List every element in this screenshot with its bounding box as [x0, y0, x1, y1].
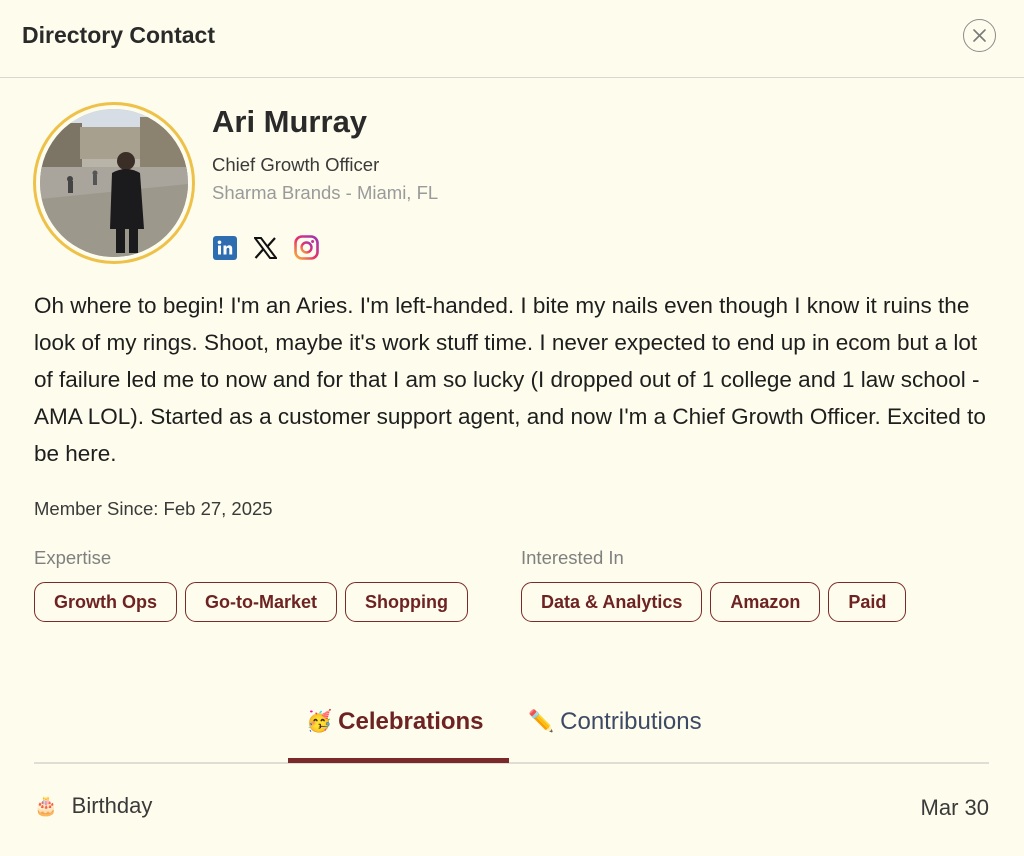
tab-label: Celebrations — [338, 708, 484, 735]
dialog-title: Directory Contact — [22, 22, 215, 48]
linkedin-icon — [212, 235, 237, 260]
celebration-label: Birthday — [71, 793, 153, 818]
interest-tag[interactable]: Data & Analytics — [521, 582, 703, 622]
birthday-cake-icon: 🎂 — [34, 796, 58, 817]
contact-name: Ari Murray — [212, 104, 368, 139]
bio-text: Oh where to begin! I'm an Aries. I'm lef… — [34, 293, 986, 466]
tab-label: Contributions — [560, 708, 702, 735]
instagram-link[interactable] — [294, 235, 319, 260]
celebration-row: 🎂 Birthday — [34, 793, 152, 819]
member-since: Member Since: Feb 27, 2025 — [34, 498, 273, 519]
expertise-label: Expertise — [34, 547, 112, 568]
close-button[interactable] — [963, 19, 996, 52]
close-icon — [973, 29, 986, 42]
interests-label: Interested In — [521, 547, 624, 568]
instagram-icon — [294, 235, 319, 260]
active-tab-indicator — [288, 758, 509, 763]
company-location: Sharma Brands - Miami, FL — [212, 182, 439, 203]
dialog-header: Directory Contact — [0, 0, 1024, 78]
interest-tag[interactable]: Paid — [828, 582, 907, 622]
tab-contributions[interactable]: ✏️ Contributions — [528, 708, 702, 736]
tab-celebrations[interactable]: 🥳 Celebrations — [306, 708, 484, 736]
avatar-ring — [33, 102, 195, 264]
celebration-date: Mar 30 — [920, 795, 989, 820]
avatar — [40, 109, 188, 257]
pencil-icon: ✏️ — [528, 710, 555, 733]
x-link[interactable] — [253, 235, 278, 260]
party-face-icon: 🥳 — [306, 710, 333, 733]
tab-divider — [34, 762, 989, 764]
linkedin-link[interactable] — [212, 235, 237, 260]
job-title: Chief Growth Officer — [212, 154, 380, 175]
expertise-tag[interactable]: Go-to-Market — [185, 582, 337, 622]
interest-tags: Data & Analytics Amazon Paid — [521, 582, 991, 622]
expertise-tags: Growth Ops Go-to-Market Shopping — [34, 582, 504, 622]
interest-tag[interactable]: Amazon — [710, 582, 821, 622]
x-icon — [254, 236, 277, 259]
social-links — [212, 235, 319, 260]
expertise-tag[interactable]: Growth Ops — [34, 582, 177, 622]
expertise-tag[interactable]: Shopping — [345, 582, 468, 622]
